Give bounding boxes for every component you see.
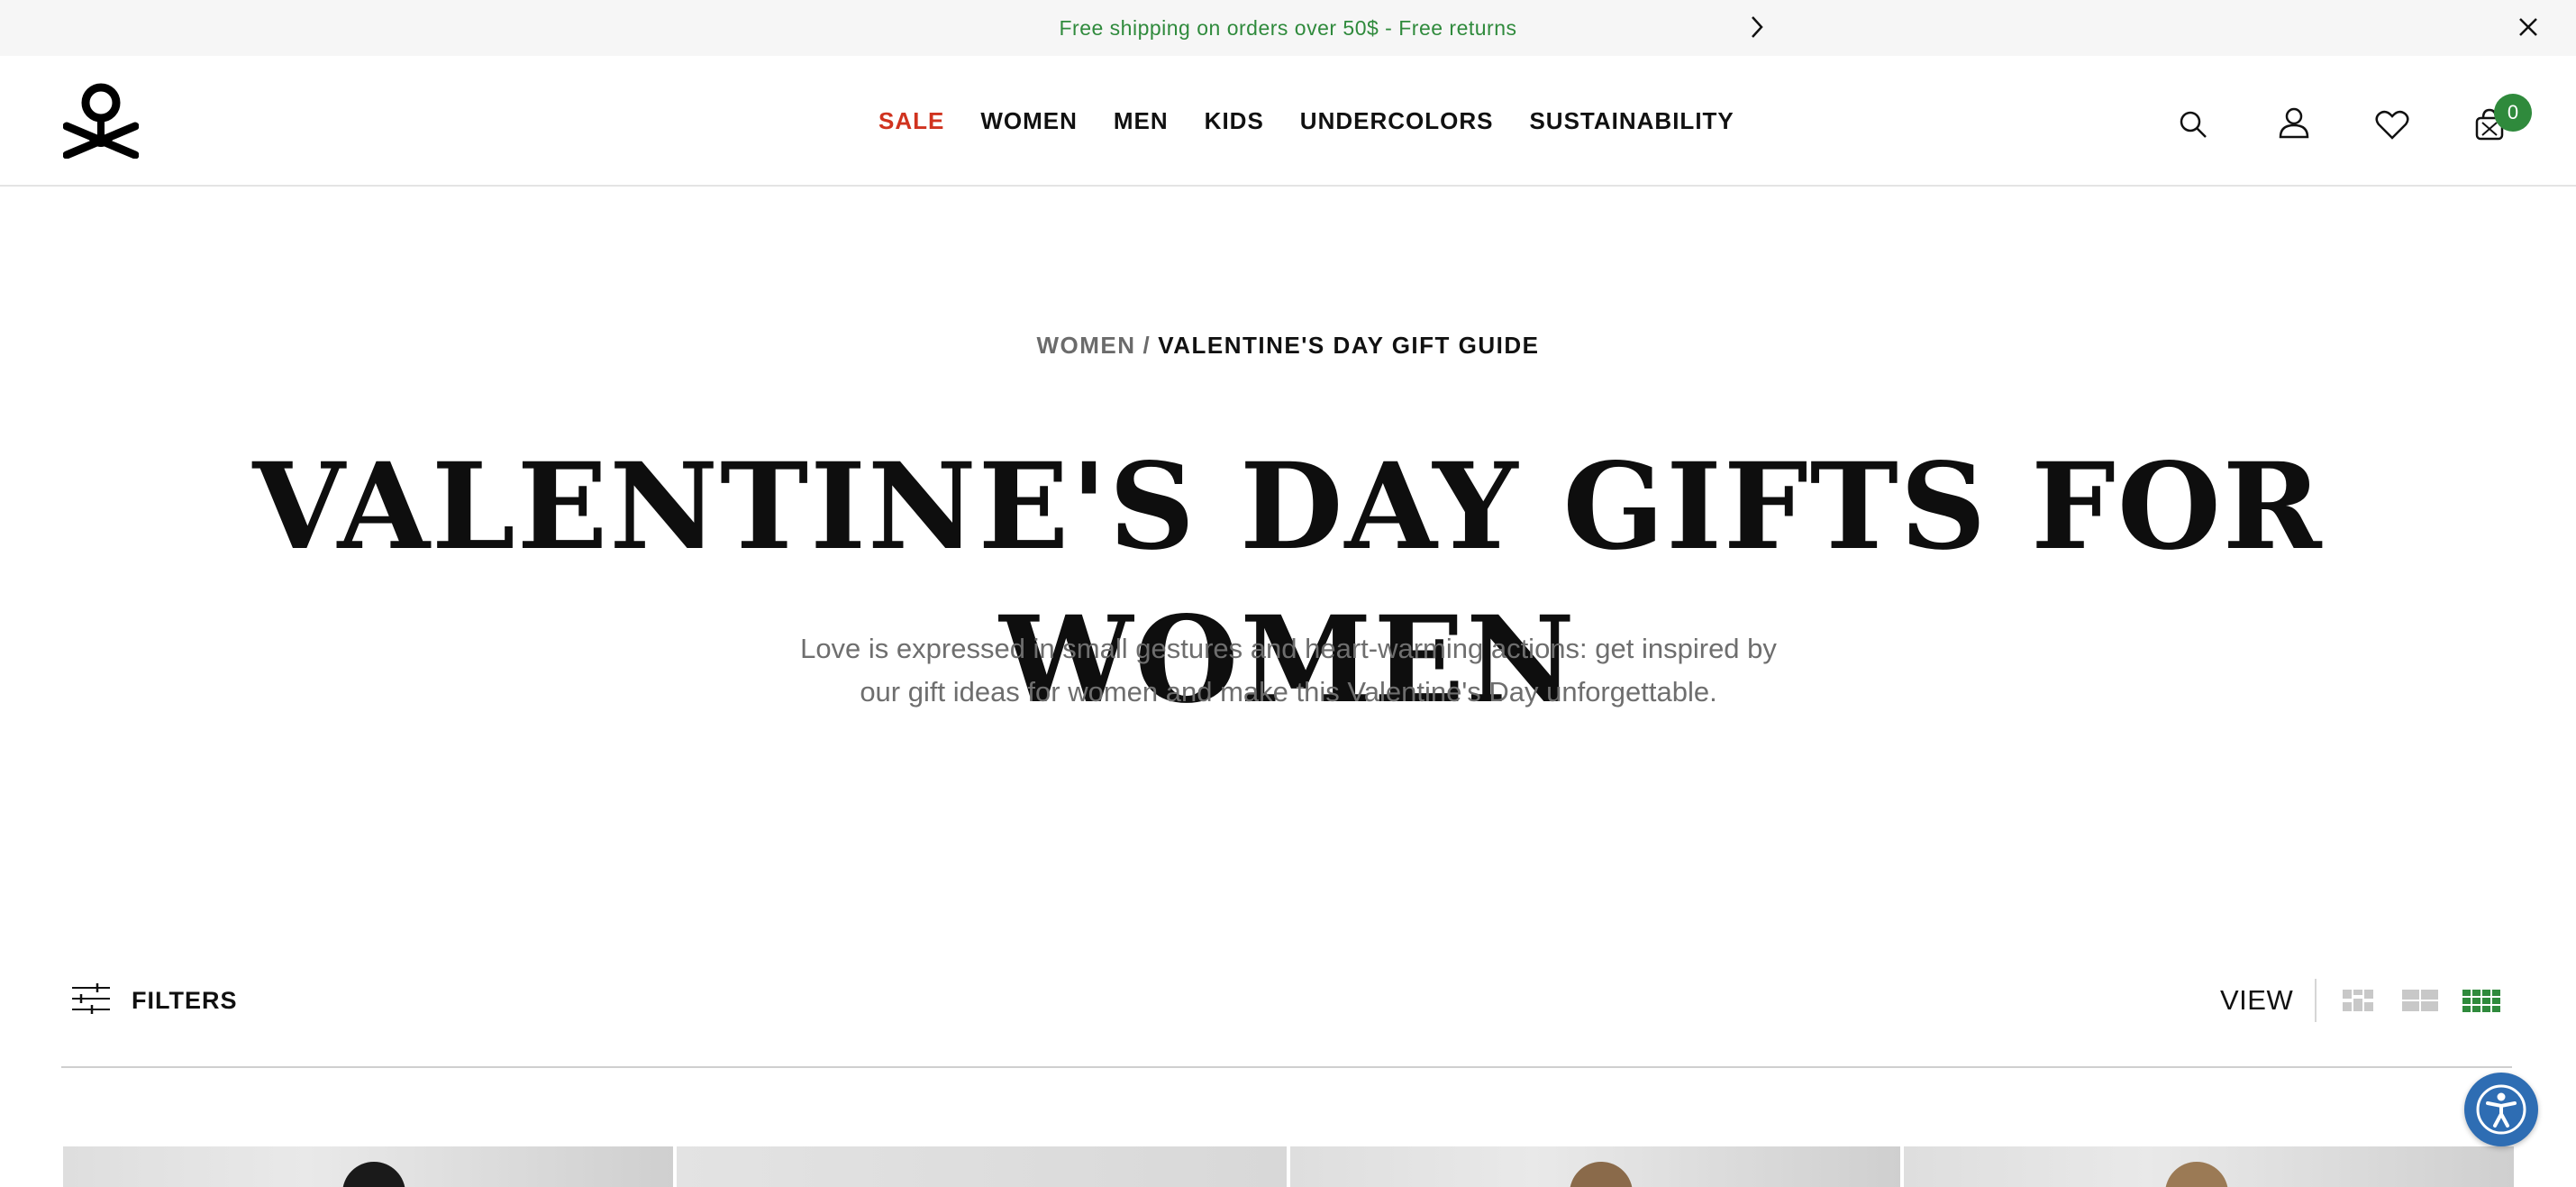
promo-text: Free shipping on orders over 50$ - Free … bbox=[1059, 15, 1517, 40]
breadcrumb-current: VALENTINE'S DAY GIFT GUIDE bbox=[1158, 332, 1540, 359]
heart-icon[interactable] bbox=[2369, 101, 2416, 148]
chevron-right-icon[interactable] bbox=[1741, 11, 1773, 43]
filters-icon bbox=[72, 982, 110, 1019]
brand-logo-icon[interactable] bbox=[62, 81, 140, 160]
user-icon[interactable] bbox=[2271, 99, 2317, 146]
search-icon[interactable] bbox=[2170, 101, 2216, 148]
site-header: SALE WOMEN MEN KIDS UNDERCOLORS SUSTAINA… bbox=[0, 56, 2576, 187]
product-card[interactable] bbox=[63, 1146, 673, 1187]
promo-bar: Free shipping on orders over 50$ - Free … bbox=[0, 0, 2576, 56]
nav-women[interactable]: WOMEN bbox=[980, 107, 1078, 135]
product-image bbox=[1570, 1162, 1633, 1187]
grid-small-icon[interactable] bbox=[2338, 984, 2380, 1017]
breadcrumb-women[interactable]: WOMEN bbox=[1037, 332, 1136, 359]
page-description: Love is expressed in small gestures and … bbox=[800, 633, 1777, 708]
accessibility-button[interactable] bbox=[2464, 1073, 2538, 1146]
view-label: VIEW bbox=[2220, 984, 2294, 1016]
listing-toolbar: FILTERS VIEW bbox=[61, 964, 2512, 1068]
grid-medium-icon[interactable] bbox=[2399, 984, 2441, 1017]
product-image bbox=[342, 1162, 405, 1187]
accessibility-icon bbox=[2476, 1084, 2526, 1135]
nav-sale[interactable]: SALE bbox=[878, 107, 944, 135]
nav-undercolors[interactable]: UNDERCOLORS bbox=[1300, 107, 1494, 135]
nav-men[interactable]: MEN bbox=[1114, 107, 1169, 135]
breadcrumb-separator: / bbox=[1142, 332, 1151, 359]
product-image bbox=[2165, 1162, 2228, 1187]
filters-button[interactable]: FILTERS bbox=[72, 973, 238, 1027]
nav-kids[interactable]: KIDS bbox=[1205, 107, 1264, 135]
view-divider bbox=[2315, 979, 2317, 1022]
breadcrumb: WOMEN / VALENTINE'S DAY GIFT GUIDE bbox=[0, 332, 2576, 360]
grid-large-icon[interactable] bbox=[2461, 984, 2502, 1017]
main-nav: SALE WOMEN MEN KIDS UNDERCOLORS SUSTAINA… bbox=[878, 56, 1734, 187]
cart-count-badge: 0 bbox=[2494, 94, 2532, 132]
close-icon[interactable] bbox=[2510, 9, 2546, 45]
product-card[interactable] bbox=[1290, 1146, 1900, 1187]
product-card[interactable] bbox=[677, 1146, 1287, 1187]
view-switcher: VIEW bbox=[2220, 973, 2522, 1027]
nav-sustainability[interactable]: SUSTAINABILITY bbox=[1529, 107, 1734, 135]
filters-label: FILTERS bbox=[132, 986, 238, 1014]
product-card[interactable] bbox=[1904, 1146, 2514, 1187]
product-grid bbox=[63, 1146, 2514, 1187]
